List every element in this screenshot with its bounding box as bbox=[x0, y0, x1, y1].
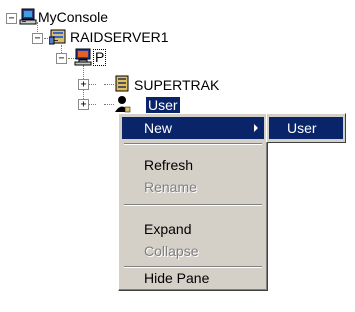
tree-node-supertrak[interactable]: SUPERTRAK bbox=[134, 77, 219, 93]
collapse-toggle-p[interactable]: − bbox=[56, 53, 67, 64]
expand-toggle-user[interactable]: + bbox=[78, 99, 89, 110]
menu-separator bbox=[124, 204, 262, 206]
collapse-toggle-myconsole[interactable]: − bbox=[6, 13, 17, 24]
tree-node-user-selected[interactable]: User bbox=[146, 97, 180, 113]
tree-node-raidserver1[interactable]: RAIDSERVER1 bbox=[70, 29, 169, 45]
user-icon bbox=[115, 96, 131, 113]
server-icon bbox=[49, 29, 66, 45]
submenu-arrow-icon bbox=[254, 124, 258, 132]
menu-separator bbox=[124, 143, 262, 145]
computer-icon bbox=[74, 48, 92, 66]
menu-item-new[interactable]: New bbox=[122, 117, 264, 139]
menu-item-collapse: Collapse bbox=[144, 243, 199, 259]
tree-node-p[interactable]: P bbox=[92, 49, 107, 66]
tree-node-myconsole[interactable]: MyConsole bbox=[38, 9, 108, 25]
menu-item-rename: Rename bbox=[144, 179, 197, 195]
submenu-item-user[interactable]: User bbox=[269, 117, 343, 139]
menu-item-new-label: New bbox=[144, 120, 173, 136]
menu-item-refresh[interactable]: Refresh bbox=[122, 154, 264, 176]
collapse-toggle-raidserver1[interactable]: − bbox=[32, 33, 43, 44]
expand-toggle-supertrak[interactable]: + bbox=[78, 79, 89, 90]
context-menu: New Refresh Rename Expand Collapse Hide … bbox=[118, 113, 268, 291]
console-icon bbox=[19, 8, 37, 25]
new-submenu: User bbox=[266, 113, 346, 143]
menu-item-hide-pane[interactable]: Hide Pane bbox=[122, 267, 264, 289]
menu-item-expand[interactable]: Expand bbox=[122, 218, 264, 240]
raid-controller-icon bbox=[115, 75, 129, 92]
